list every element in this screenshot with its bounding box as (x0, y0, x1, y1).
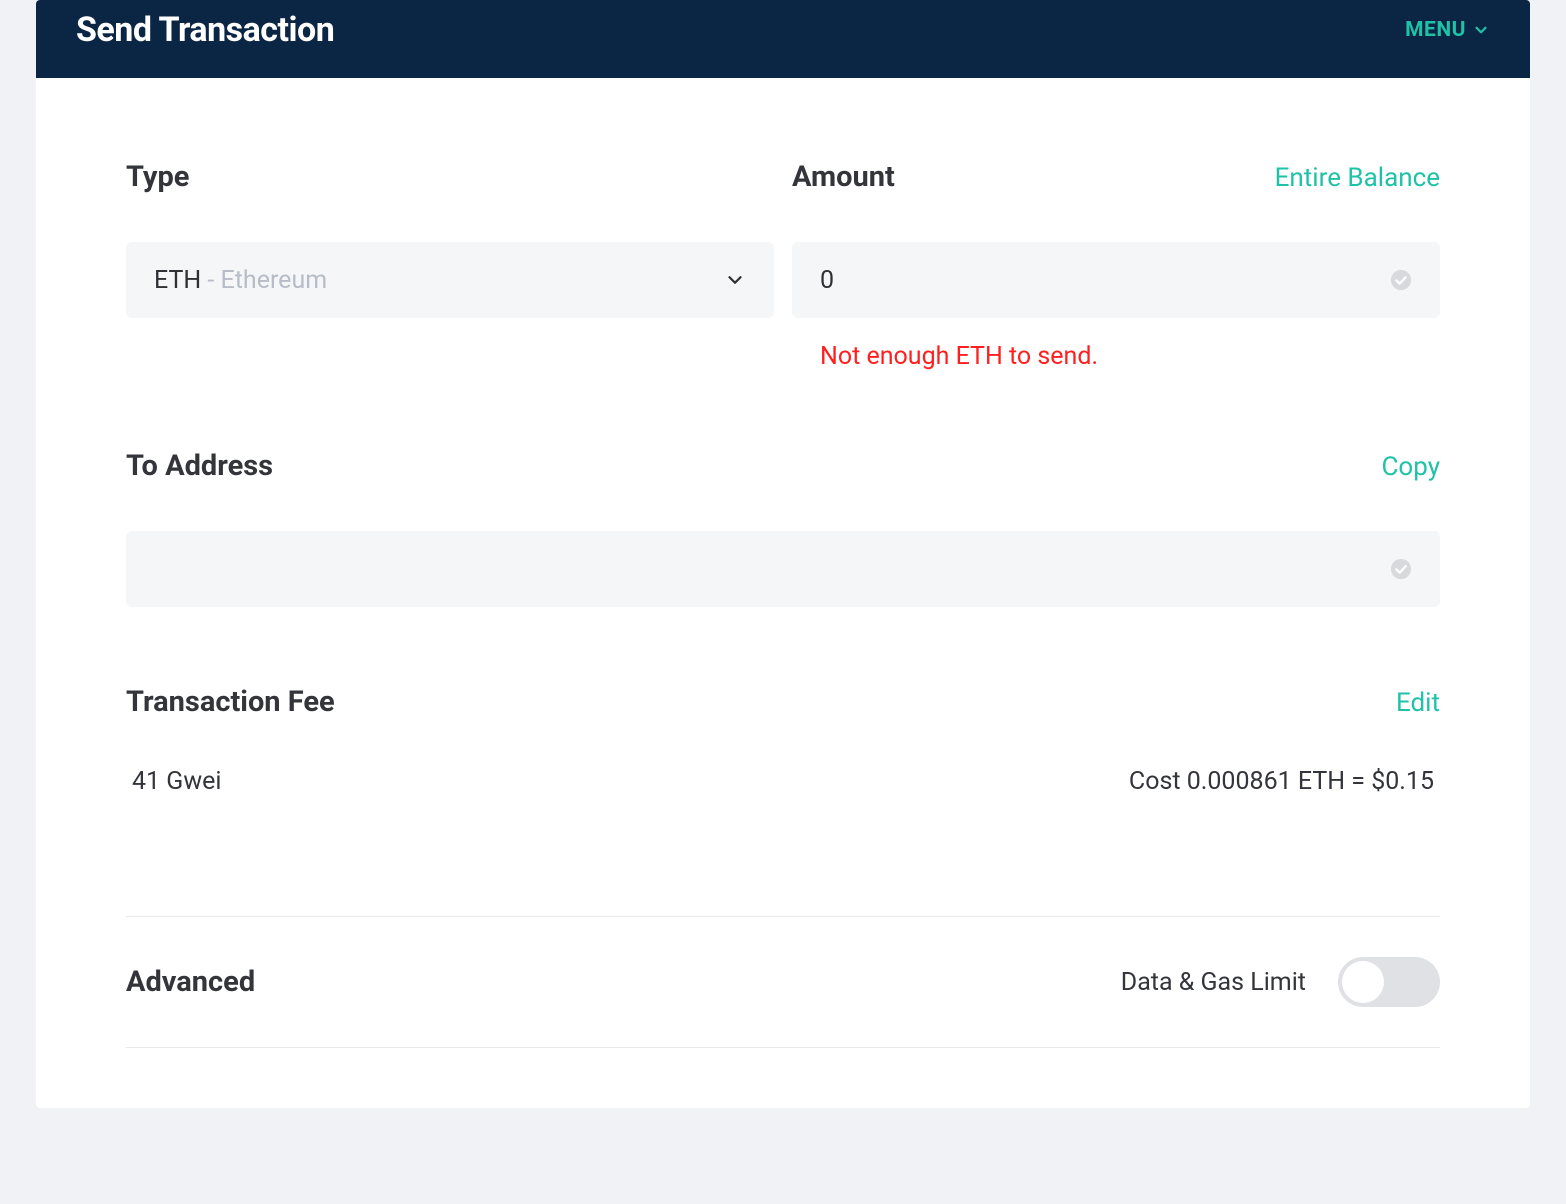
type-symbol: ETH (154, 266, 201, 295)
to-address-input[interactable] (154, 555, 1390, 584)
advanced-right: Data & Gas Limit (1121, 957, 1440, 1007)
send-transaction-card: Send Transaction MENU Type ETH - Ethereu… (36, 0, 1530, 1108)
copy-link[interactable]: Copy (1381, 452, 1440, 482)
amount-input-wrap (792, 242, 1440, 318)
amount-label: Amount (792, 160, 895, 194)
transaction-fee-label: Transaction Fee (126, 685, 335, 719)
fee-gwei: 41 Gwei (132, 767, 221, 796)
entire-balance-link[interactable]: Entire Balance (1275, 163, 1440, 193)
page-title: Send Transaction (76, 10, 334, 50)
chevron-down-icon (1472, 21, 1490, 39)
to-address-section: To Address Copy (126, 449, 1440, 607)
card-header: Send Transaction MENU (36, 0, 1530, 78)
amount-column: Amount Entire Balance Not enough ETH to … (792, 160, 1440, 371)
card-body: Type ETH - Ethereum Amount Entire Balanc… (36, 78, 1530, 1108)
to-address-input-wrap (126, 531, 1440, 607)
type-label: Type (126, 160, 189, 194)
advanced-section: Advanced Data & Gas Limit (126, 917, 1440, 1048)
fee-cost: Cost 0.000861 ETH = $0.15 (1129, 767, 1434, 796)
check-circle-icon (1390, 269, 1412, 291)
transaction-fee-section: Transaction Fee Edit 41 Gwei Cost 0.0008… (126, 685, 1440, 796)
menu-button[interactable]: MENU (1405, 18, 1490, 42)
amount-error: Not enough ETH to send. (820, 342, 1440, 371)
type-select-value: ETH - Ethereum (154, 266, 327, 295)
menu-label: MENU (1405, 18, 1466, 42)
data-gas-limit-toggle[interactable] (1338, 957, 1440, 1007)
chevron-down-icon (724, 269, 746, 291)
fee-row: 41 Gwei Cost 0.000861 ETH = $0.15 (126, 767, 1440, 796)
advanced-label: Advanced (126, 965, 255, 999)
check-circle-icon (1390, 558, 1412, 580)
amount-input[interactable] (820, 266, 1390, 295)
type-column: Type ETH - Ethereum (126, 160, 774, 371)
type-select[interactable]: ETH - Ethereum (126, 242, 774, 318)
toggle-knob (1342, 961, 1384, 1003)
data-gas-limit-label: Data & Gas Limit (1121, 968, 1306, 997)
to-address-label: To Address (126, 449, 273, 483)
type-name: - Ethereum (207, 266, 327, 295)
type-amount-row: Type ETH - Ethereum Amount Entire Balanc… (126, 160, 1440, 371)
edit-fee-link[interactable]: Edit (1396, 688, 1440, 718)
